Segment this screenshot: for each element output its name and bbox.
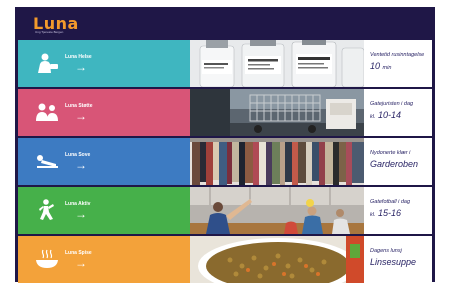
- tile-luna-sove[interactable]: Luna Sove →: [18, 138, 190, 185]
- service-row-stotte: Luna Støtte → Gatejuristen i dag kl. 10-…: [18, 89, 432, 136]
- tile-luna-helse[interactable]: Luna Helse →: [18, 40, 190, 87]
- arrow-right-icon: →: [75, 109, 87, 123]
- info-value: 10 min: [370, 61, 391, 74]
- service-row-helse: Luna Helse → Ventetid rusinntagelse 10 m…: [18, 40, 432, 87]
- tile-luna-aktiv[interactable]: Luna Aktiv →: [18, 187, 190, 234]
- service-row-sove: Luna Sove → Nydonerte klær i Garderoben: [18, 138, 432, 185]
- info-value: kl. 10-14: [370, 110, 401, 123]
- doctor-icon: [38, 53, 58, 73]
- info-panel: Dagens lunsj Linsesuppe: [364, 236, 432, 283]
- arrow-right-icon: →: [75, 158, 87, 172]
- food-bowl-icon: [36, 249, 58, 268]
- sleep-icon: [37, 155, 58, 168]
- info-suffix: min: [382, 65, 392, 71]
- clothes-rack-photo: [190, 138, 364, 185]
- info-main: 10-14: [378, 110, 402, 120]
- info-prefix: kl.: [370, 212, 376, 218]
- arrow-right-icon: →: [75, 256, 87, 270]
- info-value: kl. 15-16: [370, 208, 401, 221]
- logo-tagline: Ung Tjeneste Bergen: [35, 30, 64, 34]
- info-panel: Ventetid rusinntagelse 10 min: [364, 40, 432, 87]
- shopping-cart-photo: [190, 89, 364, 136]
- active-person-icon: [39, 199, 54, 220]
- info-main: Linsesuppe: [370, 257, 417, 267]
- medicine-bottles-photo: [190, 40, 364, 87]
- info-caption: Gatejuristen i dag: [370, 101, 414, 107]
- info-caption: Dagens lunsj: [370, 248, 402, 254]
- service-row-spise: Luna Spise → Dagens lunsj Linsesuppe: [18, 236, 432, 283]
- info-caption: Nydonerte klær i: [370, 150, 411, 156]
- info-value: Garderoben: [370, 159, 418, 172]
- info-main: 10: [370, 61, 381, 71]
- arrow-right-icon: →: [75, 60, 87, 74]
- service-row-aktiv: Luna Aktiv → Gatefotball i dag kl. 15-16: [18, 187, 432, 234]
- info-panel: Gatefotball i dag kl. 15-16: [364, 187, 432, 234]
- tile-luna-spise[interactable]: Luna Spise →: [18, 236, 190, 283]
- header: Luna Ung Tjeneste Bergen: [15, 7, 435, 38]
- lentil-soup-photo: [190, 236, 364, 283]
- info-prefix: kl.: [370, 114, 376, 120]
- kiosk-frame: Luna Ung Tjeneste Bergen Luna Helse → Ve…: [15, 7, 435, 283]
- info-caption: Ventetid rusinntagelse: [370, 52, 425, 58]
- info-main: Garderoben: [370, 159, 419, 169]
- info-panel: Nydonerte klær i Garderoben: [364, 138, 432, 185]
- gym-people-photo: [190, 187, 364, 234]
- support-people-icon: [36, 103, 58, 121]
- info-value: Linsesuppe: [370, 257, 416, 270]
- info-caption: Gatefotball i dag: [370, 199, 411, 205]
- info-main: 15-16: [378, 208, 402, 218]
- tile-luna-stotte[interactable]: Luna Støtte →: [18, 89, 190, 136]
- info-panel: Gatejuristen i dag kl. 10-14: [364, 89, 432, 136]
- arrow-right-icon: →: [75, 207, 87, 221]
